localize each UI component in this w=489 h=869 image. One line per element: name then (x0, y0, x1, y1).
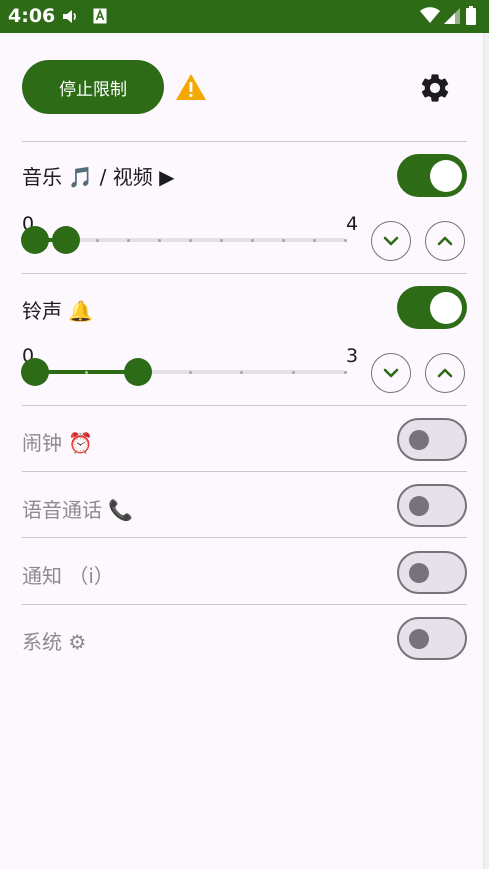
chevron-up-icon (437, 368, 453, 378)
toggle-knob (430, 291, 462, 324)
divider (22, 273, 467, 274)
slider-tick (85, 370, 89, 374)
text-a-icon (93, 8, 107, 28)
ringtone-max-label: 3 (346, 345, 359, 367)
volume-icon (62, 8, 78, 29)
slider-tick (188, 238, 192, 242)
system-toggle[interactable] (397, 617, 467, 660)
stop-restriction-button[interactable]: 停止限制 (22, 60, 164, 114)
slider-tick (312, 238, 316, 242)
wifi-icon (420, 7, 440, 28)
chevron-down-icon (383, 368, 399, 378)
toggle-knob (409, 495, 429, 516)
slider-thumb-high[interactable] (52, 226, 80, 254)
slider-tick (126, 238, 130, 242)
warning-icon[interactable] (175, 73, 207, 105)
slider-tick (281, 238, 285, 242)
slider-tick (291, 370, 295, 374)
right-edge-strip (483, 33, 489, 869)
stop-restriction-label: 停止限制 (59, 79, 127, 100)
toggle-knob (409, 562, 429, 583)
music-decrease-button[interactable] (371, 221, 411, 261)
notification-toggle[interactable] (397, 551, 467, 594)
divider (22, 471, 467, 472)
chevron-up-icon (437, 236, 453, 246)
slider-tick (343, 370, 347, 374)
slider-tick (250, 238, 254, 242)
slider-tick (219, 238, 223, 242)
voice-call-toggle[interactable] (397, 484, 467, 527)
slider-thumb-low[interactable] (21, 226, 49, 254)
slider-thumb-high[interactable] (124, 358, 153, 386)
slider-tick (188, 370, 192, 374)
stream-label-voice-call: 语音通话 📞 (22, 498, 134, 522)
stream-label-music: 音乐 🎵 / 视频 ▶ (22, 165, 175, 189)
divider (22, 405, 467, 406)
status-bar: 4:06 (0, 0, 489, 33)
music-toggle[interactable] (397, 154, 467, 197)
toggle-knob (409, 628, 429, 649)
music-max-label: 4 (346, 213, 359, 235)
slider-thumb-low[interactable] (21, 358, 49, 386)
slider-tick (240, 370, 244, 374)
stream-label-system: 系统 ⚙ (22, 630, 87, 654)
ringtone-increase-button[interactable] (425, 353, 465, 393)
divider (22, 141, 467, 142)
divider (22, 537, 467, 538)
battery-icon (466, 6, 476, 29)
cell-signal-icon (444, 8, 460, 28)
alarm-toggle[interactable] (397, 418, 467, 461)
ringtone-toggle[interactable] (397, 286, 467, 329)
ringtone-volume-slider[interactable] (21, 358, 347, 386)
status-time: 4:06 (8, 5, 56, 27)
stream-label-alarm: 闹钟 ⏰ (22, 431, 94, 455)
toggle-knob (430, 159, 462, 192)
toggle-knob (409, 429, 429, 450)
slider-tick (157, 238, 161, 242)
chevron-down-icon (383, 236, 399, 246)
music-increase-button[interactable] (425, 221, 465, 261)
divider (22, 604, 467, 605)
stream-label-notification: 通知 （i） (22, 564, 114, 588)
slider-tick (95, 238, 99, 242)
gear-icon[interactable] (418, 71, 452, 109)
ringtone-decrease-button[interactable] (371, 353, 411, 393)
stream-label-ringtone: 铃声 🔔 (22, 299, 94, 323)
slider-tick (343, 238, 347, 242)
music-volume-slider[interactable] (21, 226, 347, 254)
